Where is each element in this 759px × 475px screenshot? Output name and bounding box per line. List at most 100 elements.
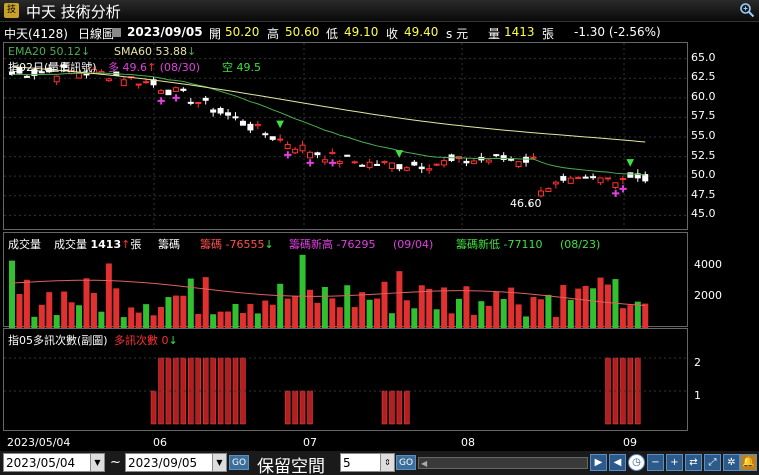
go-button[interactable]: GO	[229, 455, 249, 470]
candle	[277, 138, 284, 141]
zoom-out-icon[interactable]: −	[647, 454, 664, 471]
candle	[493, 154, 500, 157]
change-value: -1.30 (-2.56%)	[574, 25, 661, 39]
period-label[interactable]: 日線圖	[78, 25, 114, 42]
candle	[321, 159, 328, 163]
signal-arrow: ✚	[157, 97, 165, 108]
scroll-left-icon[interactable]: ◀	[421, 459, 429, 468]
candle	[470, 160, 477, 165]
candle	[381, 161, 388, 164]
volume-bar	[351, 307, 358, 328]
vol-label: 量	[488, 27, 501, 41]
candle	[314, 152, 321, 156]
volume-bar	[277, 283, 284, 328]
candle	[597, 177, 604, 184]
volume-bar	[38, 304, 45, 328]
candle	[403, 167, 410, 171]
volume-bar	[143, 304, 150, 328]
candle	[143, 81, 150, 84]
volume-bar	[396, 271, 403, 328]
candle	[537, 190, 544, 197]
reserve-stepper[interactable]: 5 ⇕	[340, 453, 395, 472]
range-tilde: ~	[110, 455, 121, 470]
signal-panel[interactable]: 指05多訊次數(副圖) 多訊次數 0↓	[3, 328, 689, 431]
go2-button[interactable]: GO	[396, 455, 416, 470]
x-tick-label: 09	[623, 436, 637, 449]
candle	[53, 75, 60, 83]
volume-bar	[232, 303, 239, 328]
settings-icon[interactable]: ✲	[723, 454, 740, 471]
volume-bar	[426, 288, 433, 328]
stepper-icon[interactable]: ⇕	[380, 454, 394, 471]
candle	[485, 159, 492, 163]
volume-bar	[381, 281, 388, 328]
volume-bar	[210, 314, 217, 328]
volume-bar	[374, 298, 381, 328]
zoom-icon[interactable]	[739, 2, 755, 18]
candle	[441, 160, 448, 166]
candle	[366, 161, 373, 168]
volume-bar	[344, 285, 351, 328]
bottom-toolbar: 2023/05/04 ▼ ~ 2023/09/05 ▼ GO 保留空間 5 ⇕ GO …	[0, 451, 759, 475]
nav-left-icon[interactable]: ◀	[609, 454, 626, 471]
resize-icon[interactable]: ⤢	[704, 454, 721, 471]
scroll-right-icon[interactable]: ▶	[590, 454, 607, 471]
close-label: 收	[386, 27, 399, 41]
candle	[552, 181, 559, 185]
price-panel[interactable]: ✚ ✚ ▼ ✚ ✚ ✚ ▼ ▼ ✚ ✚ EMA20 50.12↓ SMA60 53.88↓ 指02…	[3, 42, 689, 231]
start-date-select[interactable]: 2023/05/04 ▼	[3, 453, 105, 472]
volume-bar	[537, 299, 544, 328]
short-label: 空 49.5	[222, 61, 261, 74]
signal-label: 指02日(量價訊號)	[8, 61, 97, 74]
alarm-icon[interactable]: 🔔	[740, 454, 757, 471]
end-date-select[interactable]: 2023/09/05 ▼	[125, 453, 227, 472]
volume-bar	[172, 295, 179, 328]
chips-high: 籌碼新高 -76295 (09/04)	[289, 238, 434, 251]
chevron-down-icon[interactable]: ▼	[90, 454, 104, 471]
volume-bar	[180, 295, 187, 328]
candle	[612, 182, 619, 189]
candle	[105, 78, 112, 82]
volume-bar	[567, 299, 574, 328]
signal-count-bar	[284, 390, 291, 425]
signal-count-bar	[381, 390, 388, 425]
y-tick-label: 45.0	[691, 207, 716, 221]
quote-date: 2023/09/05	[127, 25, 203, 39]
app-logo-icon: 技	[4, 3, 19, 18]
move-icon[interactable]: ⇄	[685, 454, 702, 471]
chevron-down-icon[interactable]: ▼	[212, 454, 226, 471]
open-label: 開	[209, 27, 222, 41]
price-chart[interactable]: ✚ ✚▼✚✚ ✚▼▼✚ ✚	[4, 43, 689, 231]
candle	[180, 88, 187, 91]
candle	[605, 177, 611, 180]
candle	[523, 156, 530, 163]
volume-bar	[359, 292, 366, 328]
scrollbar[interactable]: ◀	[418, 457, 588, 469]
zoom-in-icon[interactable]: +	[666, 454, 683, 471]
volume-panel[interactable]: 成交量 成交量 1413↑張 籌碼 籌碼 -76555↓ 籌碼新高 -76295…	[3, 232, 688, 328]
candle	[195, 102, 202, 105]
candle	[247, 123, 254, 131]
volume-bar	[456, 298, 462, 328]
checkbox-icon[interactable]	[112, 28, 121, 37]
candle	[120, 79, 127, 87]
long-label: 多 49.6↑ (08/30)	[108, 61, 201, 74]
volume-bar	[195, 313, 202, 328]
volume-bar	[284, 298, 291, 328]
volume-bar	[403, 300, 410, 328]
candle	[269, 136, 276, 140]
volume-bar	[239, 312, 246, 328]
volume-bar	[61, 291, 68, 328]
volume-bar	[523, 316, 530, 328]
clock-icon[interactable]: ◷	[628, 454, 645, 471]
signal-count-bar	[307, 390, 313, 425]
signal-count-bar	[396, 390, 403, 425]
candle	[508, 158, 515, 161]
signal-arrow: ▼	[395, 149, 403, 160]
volume-bar	[150, 315, 157, 328]
candle	[515, 161, 522, 167]
volume-bar	[515, 304, 522, 328]
volume-bar	[321, 286, 328, 328]
volume-tick-label: 4000	[694, 258, 722, 271]
volume-bar	[135, 312, 142, 328]
